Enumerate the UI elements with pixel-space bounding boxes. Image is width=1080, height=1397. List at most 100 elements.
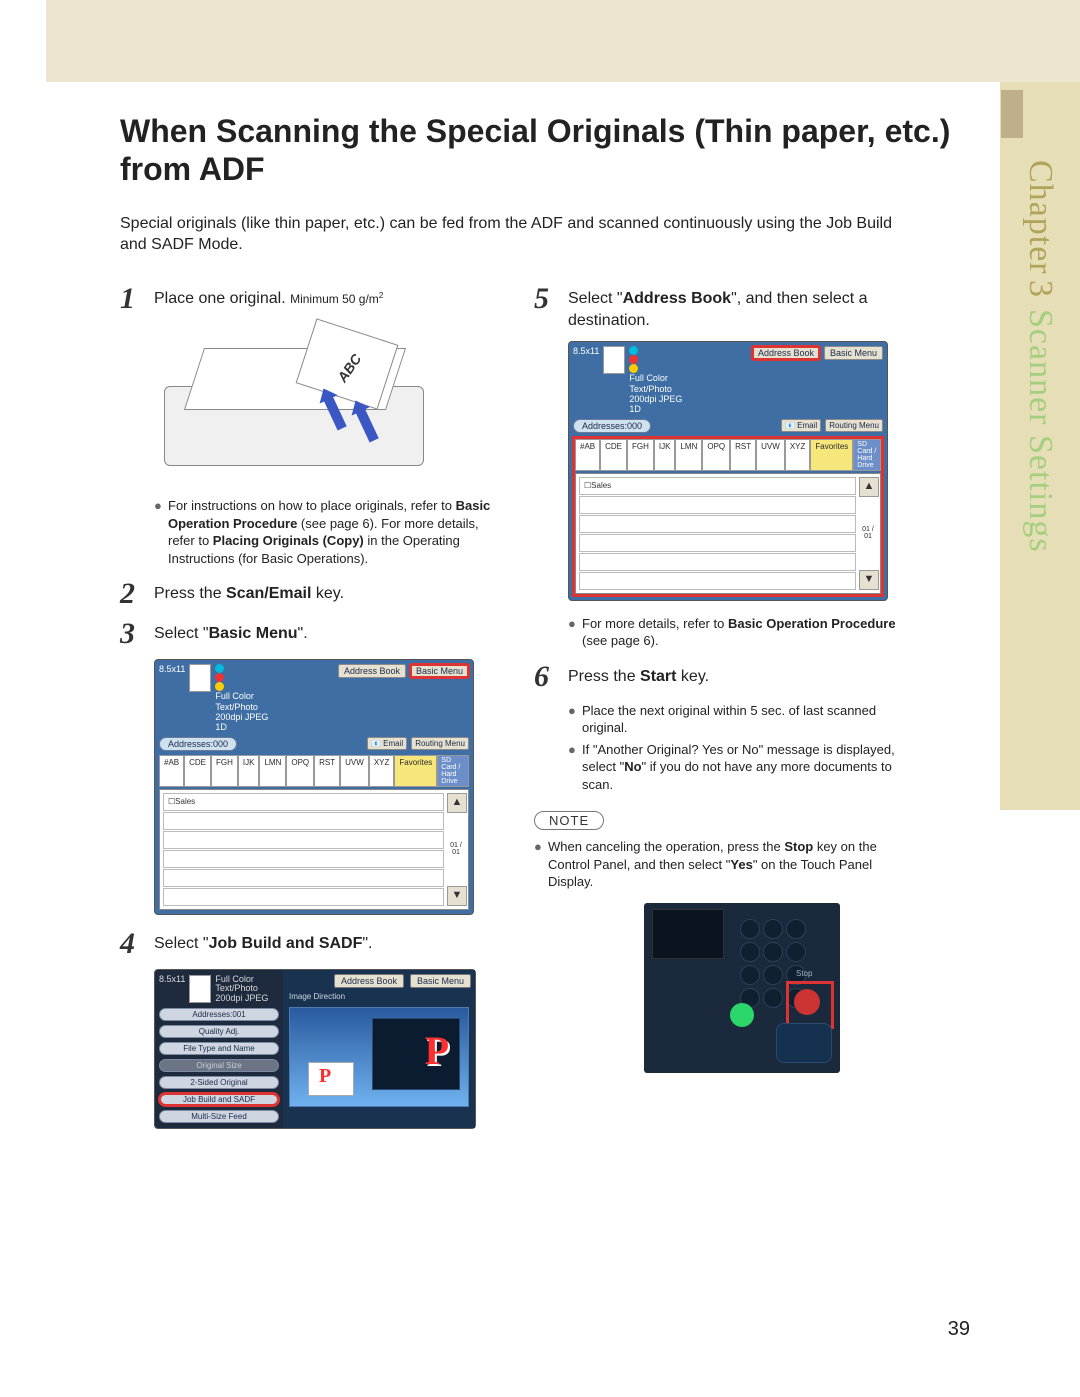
tab[interactable]: UVW <box>756 439 785 471</box>
screenshot-basic-menu: 8.5x11 Full Color Text/Photo 200dpi JPEG… <box>154 659 474 914</box>
step-number: 4 <box>120 929 154 959</box>
note-label: NOTE <box>534 811 604 830</box>
list-item[interactable] <box>163 869 444 887</box>
two-column-layout: 1 Place one original. Minimum 50 g/m2 AB… <box>120 284 980 1143</box>
basic-menu-button[interactable]: Basic Menu <box>410 664 469 678</box>
chapter-number: 3 <box>1021 280 1059 298</box>
step-4: 4 Select "Job Build and SADF". <box>120 929 500 959</box>
tab[interactable]: CDE <box>184 755 211 787</box>
email-button[interactable]: 📧 Email <box>781 419 821 432</box>
bullet-text: For more details, refer to Basic Operati… <box>582 615 914 650</box>
address-book-button[interactable]: Address Book <box>334 974 404 988</box>
scroll-down-button[interactable]: ▼ <box>859 570 879 590</box>
list-item[interactable] <box>579 515 856 533</box>
doc-thumb-icon <box>189 975 211 1003</box>
tab[interactable]: LMN <box>675 439 702 471</box>
tab[interactable]: XYZ <box>369 755 395 787</box>
adf-illustration: ABC <box>154 324 434 489</box>
step-5: 5 Select "Address Book", and then select… <box>534 284 914 331</box>
menu-item-filetype[interactable]: File Type and Name <box>159 1042 279 1055</box>
list-item[interactable] <box>579 553 856 571</box>
step-1: 1 Place one original. Minimum 50 g/m2 <box>120 284 500 314</box>
content-area: When Scanning the Special Originals (Thi… <box>120 112 980 1143</box>
list-item[interactable] <box>163 888 444 906</box>
note-text: When canceling the operation, press the … <box>548 838 914 891</box>
tab[interactable]: RST <box>730 439 756 471</box>
list-item[interactable]: ☐ Sales <box>163 793 444 811</box>
tab[interactable]: IJK <box>238 755 260 787</box>
address-book-button[interactable]: Address Book <box>752 346 820 360</box>
page-number: 39 <box>948 1318 970 1341</box>
tab[interactable]: CDE <box>600 439 627 471</box>
routing-menu-button[interactable]: Routing Menu <box>411 737 469 750</box>
step-text: Press the Scan/Email key. <box>154 579 344 609</box>
bullet-dot-icon: ● <box>568 741 582 794</box>
tab-favorites[interactable]: Favorites <box>810 439 853 471</box>
tab[interactable]: LMN <box>259 755 286 787</box>
step-number: 5 <box>534 284 568 331</box>
step-number: 3 <box>120 619 154 649</box>
page: Chapter 3 Scanner Settings When Scanning… <box>0 0 1080 1397</box>
stop-key-highlight <box>786 981 834 1029</box>
tab[interactable]: OPQ <box>286 755 314 787</box>
scroll-down-button[interactable]: ▼ <box>447 886 467 906</box>
step-1-note: ● For instructions on how to place origi… <box>154 497 500 567</box>
list-item[interactable] <box>579 496 856 514</box>
list-item[interactable] <box>163 850 444 868</box>
tab[interactable]: UVW <box>340 755 369 787</box>
preview-monitor-icon <box>372 1018 460 1090</box>
basic-menu-button[interactable]: Basic Menu <box>410 974 471 988</box>
preview-area <box>289 1007 469 1107</box>
right-column: 5 Select "Address Book", and then select… <box>534 284 914 1143</box>
intro-paragraph: Special originals (like thin paper, etc.… <box>120 213 920 256</box>
addresses-pill[interactable]: Addresses:000 <box>573 419 651 433</box>
step-5-note: ● For more details, refer to Basic Opera… <box>568 615 914 650</box>
menu-item-quality[interactable]: Quality Adj. <box>159 1025 279 1038</box>
preview-page-icon <box>308 1062 354 1096</box>
list-item[interactable] <box>579 534 856 552</box>
doc-thumb-icon <box>189 664 211 692</box>
menu-item-original-size[interactable]: Original Size <box>159 1059 279 1072</box>
step-number: 1 <box>120 284 154 314</box>
tab[interactable]: #AB <box>159 755 184 787</box>
tab-sd-card[interactable]: SD Card / Hard Drive <box>437 755 469 787</box>
list-item[interactable] <box>163 831 444 849</box>
screenshot-job-build: 8.5x11 Full Color Text/Photo 200dpi JPEG… <box>154 969 476 1130</box>
basic-menu-button[interactable]: Basic Menu <box>824 346 883 360</box>
list-item[interactable]: ☐ Sales <box>579 477 856 495</box>
scroll-up-button[interactable]: ▲ <box>447 793 467 813</box>
start-key-icon <box>776 1023 832 1063</box>
routing-menu-button[interactable]: Routing Menu <box>825 419 883 432</box>
tab-sd-card[interactable]: SD Card / Hard Drive <box>853 439 881 471</box>
list-item[interactable] <box>163 812 444 830</box>
tab[interactable]: OPQ <box>702 439 730 471</box>
step-number: 6 <box>534 662 568 692</box>
menu-item-multisize[interactable]: Multi-Size Feed <box>159 1110 279 1123</box>
tab[interactable]: FGH <box>627 439 654 471</box>
tab-favorites[interactable]: Favorites <box>394 755 437 787</box>
email-button[interactable]: 📧 Email <box>367 737 407 750</box>
destination-grid: ☐ Sales ▲ 01 / 01 ▼ <box>575 473 881 594</box>
bullet-text: If "Another Original? Yes or No" message… <box>582 741 914 794</box>
scroll-up-button[interactable]: ▲ <box>859 477 879 497</box>
bullet-dot-icon: ● <box>568 615 582 650</box>
tab[interactable]: IJK <box>654 439 676 471</box>
addresses-pill[interactable]: Addresses:001 <box>159 1008 279 1021</box>
addresses-pill[interactable]: Addresses:000 <box>159 737 237 751</box>
chapter-word: Chapter <box>1021 160 1059 275</box>
doc-thumb-icon <box>603 346 625 374</box>
destination-grid: ☐ Sales ▲ 01 / 01 ▼ <box>159 789 469 910</box>
tab[interactable]: RST <box>314 755 340 787</box>
tab[interactable]: XYZ <box>785 439 811 471</box>
step-text: Select "Basic Menu". <box>154 619 308 649</box>
list-item[interactable] <box>579 572 856 590</box>
menu-item-job-build-sadf[interactable]: Job Build and SADF <box>159 1093 279 1106</box>
step-text: Select "Job Build and SADF". <box>154 929 373 959</box>
tab[interactable]: #AB <box>575 439 600 471</box>
tab[interactable]: FGH <box>211 755 238 787</box>
step-number: 2 <box>120 579 154 609</box>
address-book-button[interactable]: Address Book <box>338 664 406 678</box>
step-6: 6 Press the Start key. <box>534 662 914 692</box>
menu-item-2sided[interactable]: 2-Sided Original <box>159 1076 279 1089</box>
bullet-text: For instructions on how to place origina… <box>168 497 500 567</box>
